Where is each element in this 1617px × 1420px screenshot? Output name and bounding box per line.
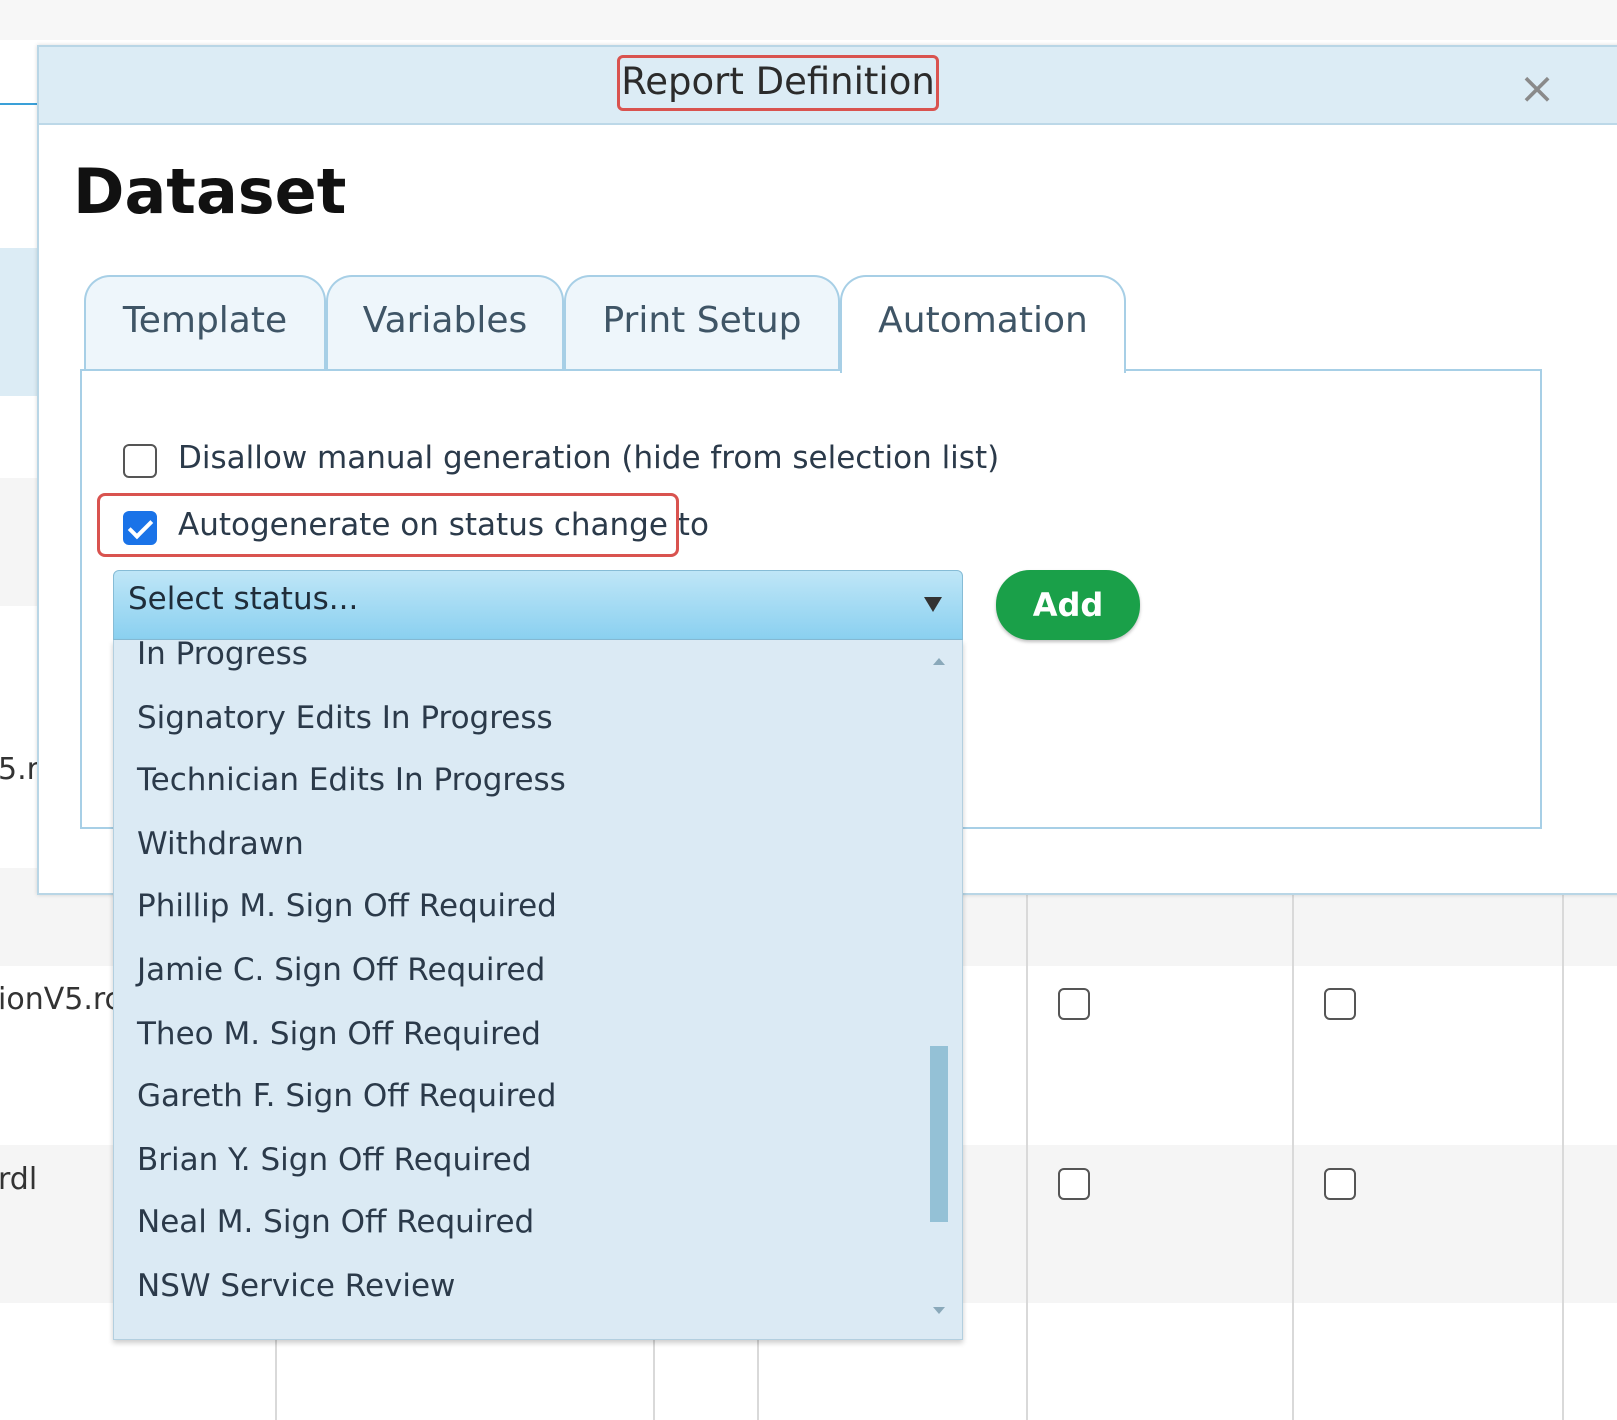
dropdown-scrollbar[interactable]	[926, 654, 950, 1324]
scroll-down-icon[interactable]	[933, 1307, 945, 1314]
modal-header: Report Definition ×	[39, 47, 1617, 125]
background-column-divider	[1562, 868, 1564, 1420]
status-option[interactable]: In Progress	[137, 640, 308, 672]
status-option[interactable]: Withdrawn	[137, 826, 304, 862]
background-column-divider	[275, 1340, 277, 1420]
status-option[interactable]: Technician Edits In Progress	[137, 762, 566, 798]
status-option[interactable]: Neal M. Sign Off Required	[137, 1204, 534, 1240]
status-option[interactable]: Gareth F. Sign Off Required	[137, 1078, 556, 1114]
status-select[interactable]: Select status...	[113, 570, 963, 640]
background-column-divider	[653, 1340, 655, 1420]
background-filename-fragment: 5.r	[0, 752, 39, 787]
status-option[interactable]: Brian Y. Sign Off Required	[137, 1142, 532, 1178]
close-icon[interactable]: ×	[1515, 67, 1559, 111]
annotation-highlight	[97, 493, 679, 557]
background-accent-line	[0, 103, 40, 105]
status-select-value: Select status...	[128, 581, 359, 617]
tab-print-setup[interactable]: Print Setup	[564, 275, 840, 371]
status-option[interactable]: Phillip M. Sign Off Required	[137, 888, 557, 924]
background-selected-row	[0, 248, 40, 396]
page-title: Dataset	[73, 155, 347, 228]
background-row-checkbox[interactable]	[1058, 1168, 1090, 1200]
background-filename-fragment: rdl	[0, 1162, 38, 1197]
disallow-manual-label[interactable]: Disallow manual generation (hide from se…	[178, 440, 999, 476]
caret-down-icon	[924, 597, 942, 612]
status-dropdown-list: In Progress Signatory Edits In Progress …	[113, 640, 963, 1340]
background-row-checkbox[interactable]	[1058, 988, 1090, 1020]
disallow-manual-checkbox[interactable]	[123, 444, 157, 478]
tab-variables[interactable]: Variables	[326, 275, 564, 371]
tab-automation[interactable]: Automation	[840, 275, 1126, 373]
status-option[interactable]: NSW Service Review	[137, 1268, 455, 1304]
background-row-checkbox[interactable]	[1324, 1168, 1356, 1200]
modal-title: Report Definition	[617, 55, 939, 111]
background-column-divider	[1292, 868, 1294, 1420]
background-striped-row	[0, 478, 40, 606]
status-option[interactable]: Signatory Edits In Progress	[137, 700, 553, 736]
status-option[interactable]: Jamie C. Sign Off Required	[137, 952, 545, 988]
status-option[interactable]: Theo M. Sign Off Required	[137, 1016, 541, 1052]
background-row-checkbox[interactable]	[1324, 988, 1356, 1020]
background-column-divider	[757, 1340, 759, 1420]
background-filename-fragment: ionV5.rc	[0, 982, 122, 1017]
background-header-band	[0, 0, 1617, 40]
background-column-divider	[1026, 868, 1028, 1420]
scroll-up-icon[interactable]	[933, 658, 945, 665]
add-button[interactable]: Add	[996, 570, 1140, 640]
tab-template[interactable]: Template	[84, 275, 326, 371]
scrollbar-thumb[interactable]	[930, 1046, 948, 1222]
